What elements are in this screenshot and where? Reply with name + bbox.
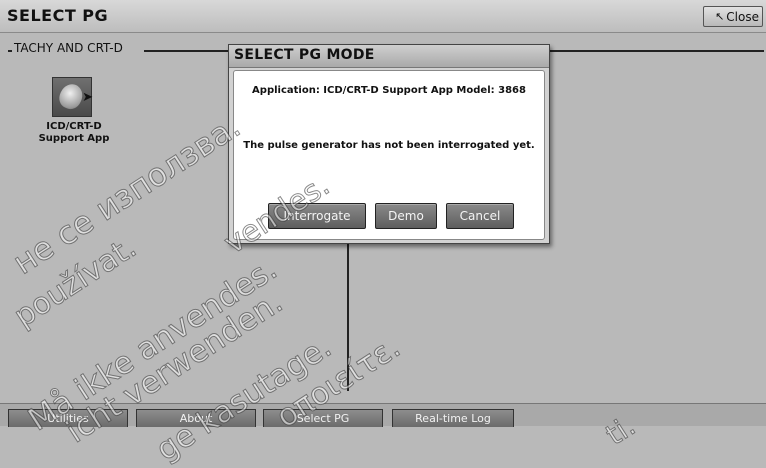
tab-utilities[interactable]: Utilities [8, 409, 128, 427]
demo-button[interactable]: Demo [375, 203, 437, 229]
arrow-up-left-icon: ↖ [715, 10, 725, 23]
status-text: The pulse generator has not been interro… [243, 140, 535, 151]
dialog-title-bar: SELECT PG MODE [229, 45, 549, 68]
cancel-button[interactable]: Cancel [446, 203, 514, 229]
interrogate-button[interactable]: Interrogate [268, 203, 366, 229]
group-label: TACHY AND CRT-D [14, 41, 127, 55]
group-border-left [8, 50, 12, 54]
tab-about[interactable]: About [136, 409, 256, 427]
app-label-line1: ICD/CRT-D [46, 121, 102, 132]
dialog-title: SELECT PG MODE [234, 47, 375, 63]
bottom-tab-bar: Utilities About Select PG Real-time Log [0, 403, 766, 427]
window-title: SELECT PG [7, 6, 109, 25]
app-label[interactable]: ICD/CRT-D Support App [28, 121, 120, 145]
select-pg-mode-dialog: SELECT PG MODE Application: ICD/CRT-D Su… [228, 44, 550, 244]
divider-line [347, 243, 349, 391]
dialog-body: Application: ICD/CRT-D Support App Model… [233, 70, 545, 240]
tab-select-pg[interactable]: Select PG [263, 409, 383, 427]
pulse-generator-icon[interactable]: ➤ [52, 77, 93, 117]
mouse-cursor-icon: ➤ [82, 90, 93, 105]
tab-real-time-log[interactable]: Real-time Log [392, 409, 514, 427]
application-text: Application: ICD/CRT-D Support App Model… [252, 85, 526, 96]
app-label-line2: Support App [38, 133, 110, 144]
close-label: Close [726, 9, 759, 24]
close-button[interactable]: ↖ Close [703, 6, 763, 27]
title-bar: SELECT PG ↖ Close [0, 0, 766, 33]
